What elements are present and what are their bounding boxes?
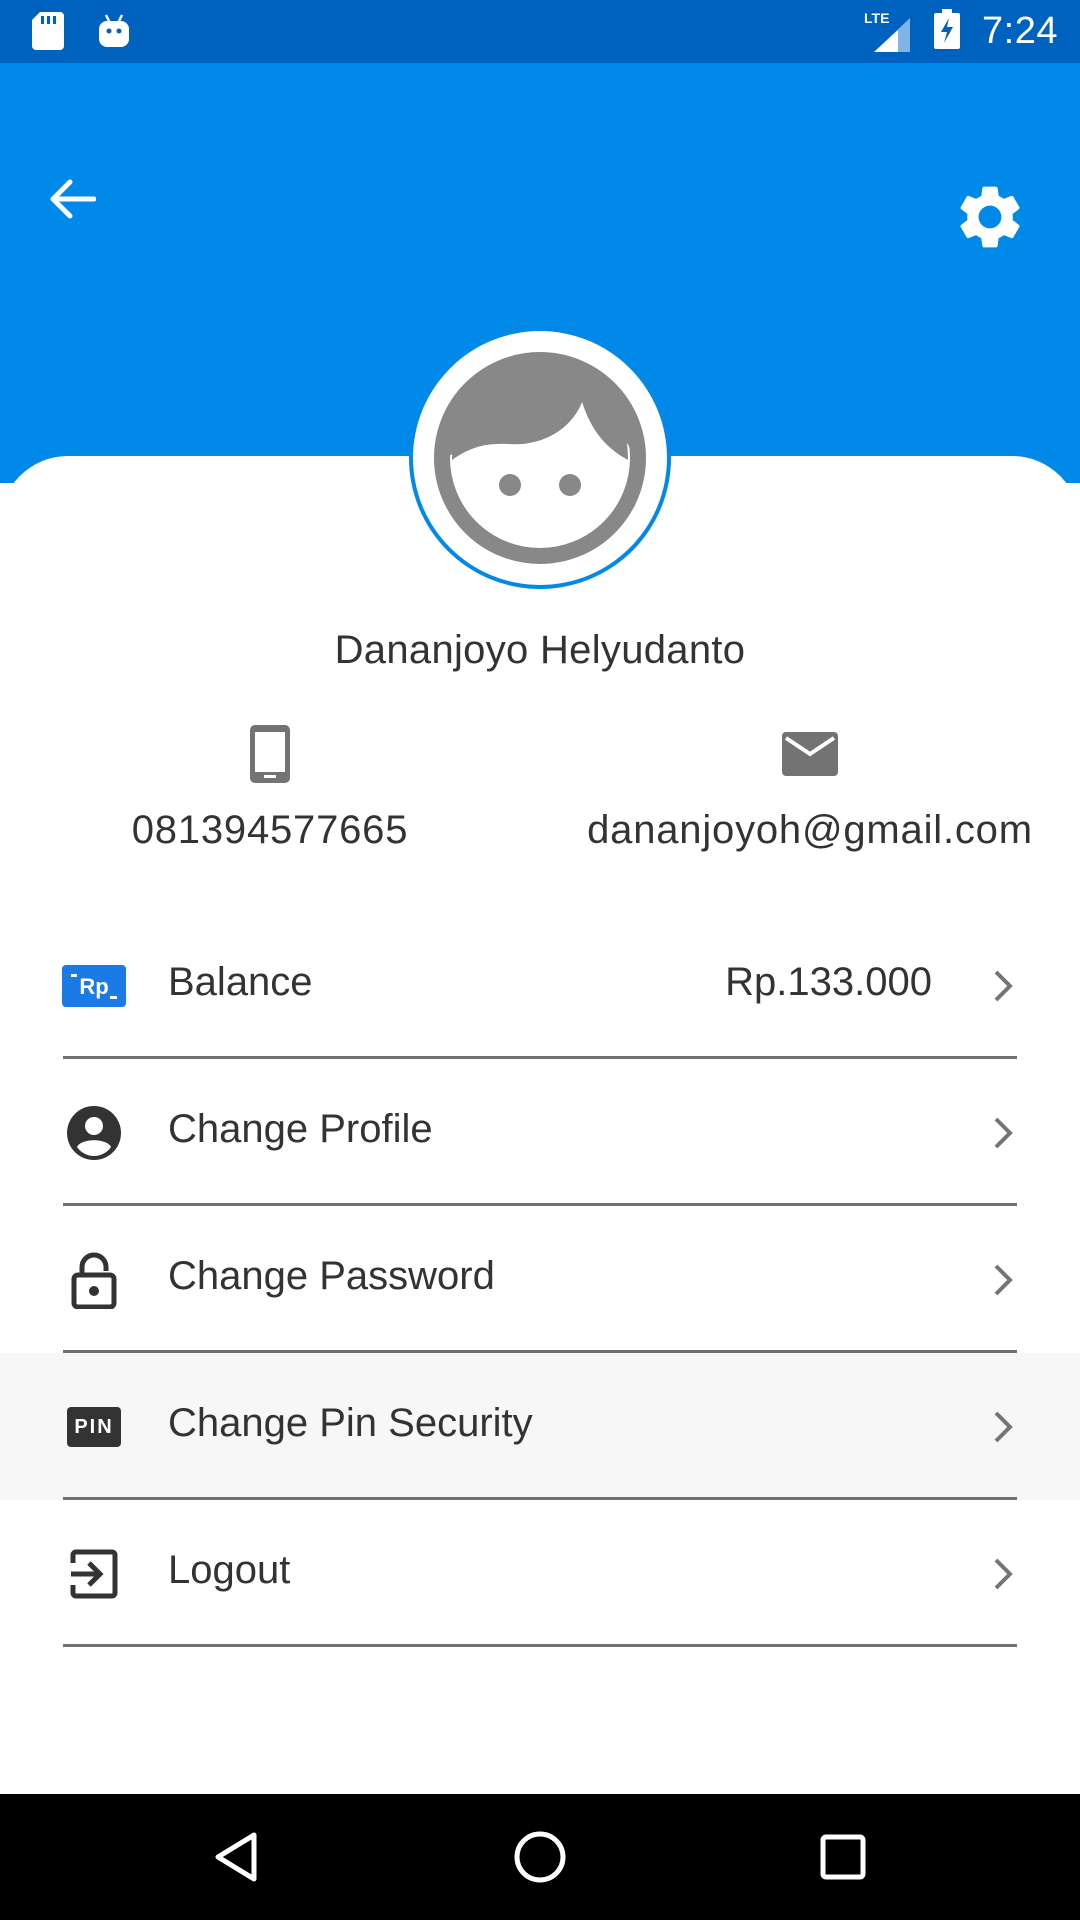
chevron-right-icon [988,1262,1018,1298]
android-icon [98,13,130,54]
email-address: dananjoyoh@gmail.com [587,808,1033,852]
status-bar: LTE 7:24 [0,0,1080,63]
menu-item-change-profile[interactable]: Change Profile [0,1059,1080,1206]
nav-home-button[interactable] [508,1825,572,1889]
avatar[interactable] [409,327,671,589]
arrow-left-icon [50,179,96,219]
menu-item-balance[interactable]: Rp Balance Rp.133.000 [0,912,1080,1059]
rupiah-icon: Rp [62,956,126,1016]
recents-square-icon [820,1834,866,1880]
settings-button[interactable] [948,175,1032,259]
back-button[interactable] [44,171,100,227]
status-time: 7:24 [982,10,1058,52]
chevron-right-icon [988,1115,1018,1151]
chevron-right-icon [988,1556,1018,1592]
gear-icon [960,186,1020,248]
nav-back-button[interactable] [204,1825,268,1889]
pin-icon: PIN [67,1407,121,1447]
mail-icon [782,732,838,776]
phone-number: 081394577665 [131,808,409,852]
chevron-right-icon [988,1409,1018,1445]
svg-text:Rp: Rp [79,974,108,999]
navigation-bar [0,1794,1080,1920]
chevron-right-icon [988,968,1018,1004]
balance-value: Rp.133.000 [725,960,932,1004]
lock-open-icon [62,1250,126,1310]
divider [63,1644,1017,1647]
account-circle-icon [62,1103,126,1163]
logout-icon [62,1544,126,1604]
home-circle-icon [514,1831,566,1883]
back-triangle-icon [215,1832,257,1882]
email-contact: dananjoyoh@gmail.com [560,722,1060,853]
battery-charging-icon [934,9,961,54]
sd-card-icon [32,12,64,55]
menu-label-change-profile: Change Profile [168,1107,433,1151]
menu-label-logout: Logout [168,1548,291,1592]
face-avatar-icon [434,352,646,564]
profile-menu: Rp Balance Rp.133.000 Change Profile Cha… [0,912,1080,1647]
lte-signal-icon: LTE [864,10,912,52]
menu-item-change-password[interactable]: Change Password [0,1206,1080,1353]
menu-item-change-pin[interactable]: PIN Change Pin Security [0,1353,1080,1500]
menu-label-change-password: Change Password [168,1254,495,1298]
nav-recents-button[interactable] [811,1825,875,1889]
menu-label-change-pin: Change Pin Security [168,1401,533,1445]
phone-contact: 081394577665 [80,722,460,853]
user-name: Dananjoyo Helyudanto [334,628,746,672]
menu-item-logout[interactable]: Logout [0,1500,1080,1647]
menu-label-balance: Balance [168,960,313,1004]
phone-icon [250,725,290,783]
